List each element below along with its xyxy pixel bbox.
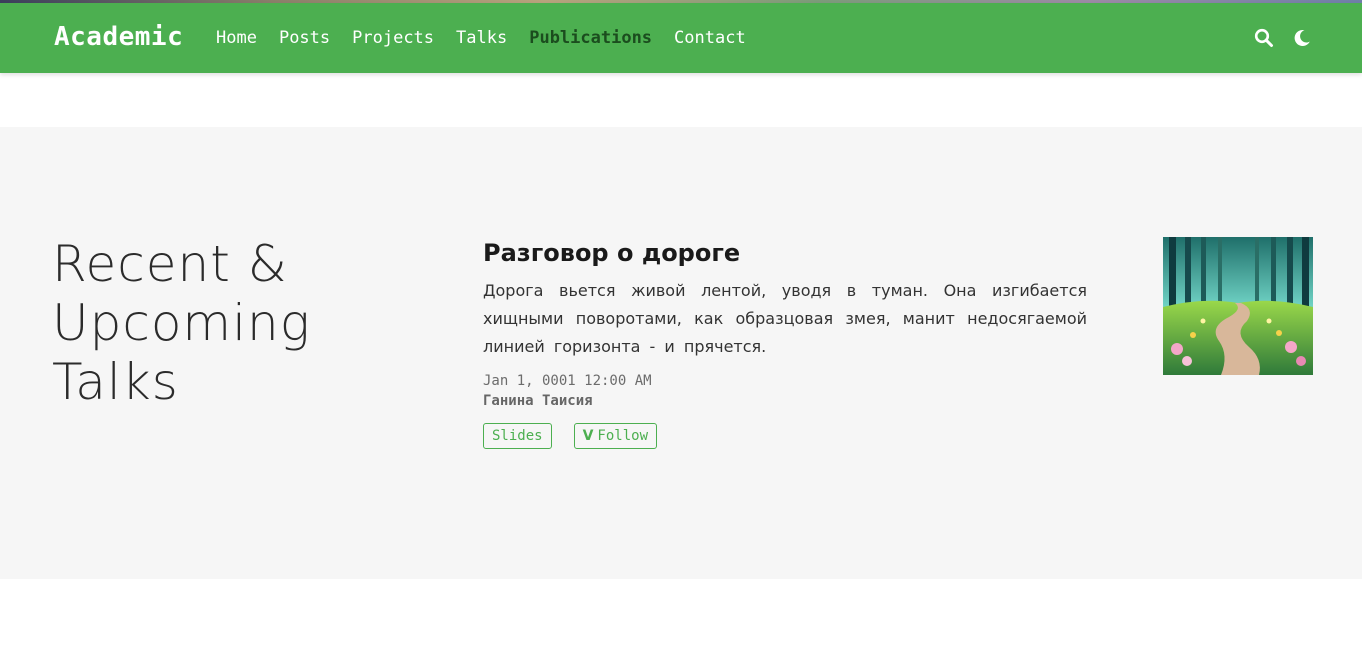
talk-title-link[interactable]: Разговор о дороге	[483, 237, 1087, 269]
talk-date: Jan 1, 0001 12:00 AM	[483, 373, 652, 389]
main-nav: Home Posts Projects Talks Publications C…	[216, 3, 768, 73]
navbar: Academic Home Posts Projects Talks Publi…	[0, 3, 1362, 73]
talks-section: Recent & Upcoming Talks Разговор о дорог…	[0, 127, 1362, 579]
moon-icon[interactable]	[1292, 28, 1312, 48]
talk-summary: Дорога вьется живой лентой, уводя в тума…	[483, 281, 1087, 356]
talk-item: Разговор о дороге Дорога вьется живой ле…	[483, 237, 1087, 449]
talk-thumbnail[interactable]	[1163, 237, 1313, 375]
nav-actions	[1254, 3, 1312, 73]
talk-buttons: Slides V Follow	[483, 423, 1087, 449]
section-title-line: Talks	[52, 353, 179, 411]
search-icon[interactable]	[1254, 28, 1274, 48]
section-title: Recent & Upcoming Talks	[52, 235, 412, 412]
v-icon: V	[582, 428, 594, 444]
follow-button-label: Follow	[597, 428, 648, 444]
brand-logo[interactable]: Academic	[54, 22, 183, 52]
talk-author-link[interactable]: Ганина Таисия	[483, 393, 1087, 409]
follow-button[interactable]: V Follow	[573, 423, 657, 449]
nav-item-projects[interactable]: Projects	[352, 28, 434, 48]
nav-item-talks[interactable]: Talks	[456, 28, 507, 48]
slides-button[interactable]: Slides	[483, 423, 552, 449]
nav-item-publications[interactable]: Publications	[529, 28, 652, 48]
forest-path-image	[1163, 237, 1313, 375]
section-title-line: Recent &	[52, 235, 288, 293]
nav-item-posts[interactable]: Posts	[279, 28, 330, 48]
nav-item-home[interactable]: Home	[216, 28, 257, 48]
section-title-line: Upcoming	[52, 294, 311, 352]
nav-item-contact[interactable]: Contact	[674, 28, 746, 48]
slides-button-label: Slides	[492, 428, 543, 444]
